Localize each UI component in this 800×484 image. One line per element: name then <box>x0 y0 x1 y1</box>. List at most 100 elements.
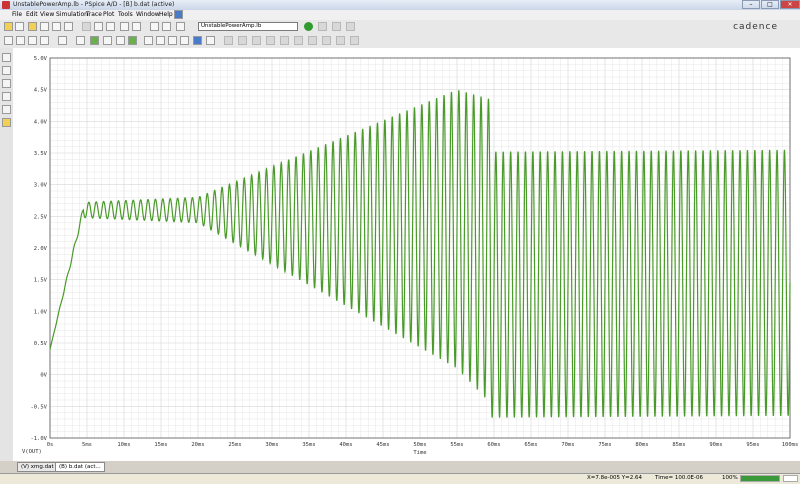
y-tick-label: -1.0V <box>30 436 47 442</box>
cursor-min-icon[interactable] <box>193 36 202 45</box>
simulation-profile-combo[interactable]: UnstablePowerAmp.lb <box>198 22 298 31</box>
y-tick-label: 2.5V <box>34 214 48 220</box>
x-tick-label: 80ms <box>635 442 648 448</box>
waveform-chart[interactable]: 5.0V 4.5V 4.0V 3.5V 3.0V 2.5V 2.0V 1.5V 1.0V 0.5V… <box>13 48 800 461</box>
sidebar-tool-4-icon[interactable] <box>2 92 11 101</box>
x-tick-label: 0s <box>47 442 54 448</box>
redo-icon[interactable] <box>132 22 141 31</box>
fft-icon[interactable] <box>103 36 112 45</box>
cursor-peak-icon[interactable] <box>156 36 165 45</box>
main-toolbar: UnstablePowerAmp.lb cadence <box>0 20 800 35</box>
y-tick-label: -0.5V <box>30 404 47 410</box>
zoom-in-icon[interactable] <box>16 36 25 45</box>
title-bar: UnstablePowerAmp.lb - PSpice A/D - [B] b… <box>0 0 800 10</box>
cursor-point-icon[interactable] <box>224 36 233 45</box>
cursor-trough-icon[interactable] <box>168 36 177 45</box>
sidebar-tool-2-icon[interactable] <box>2 66 11 75</box>
open-folder-icon[interactable] <box>28 22 37 31</box>
pause-icon[interactable] <box>318 22 327 31</box>
tab-b-dat[interactable]: (B) b.dat (act... <box>55 462 105 472</box>
next-transition-icon[interactable] <box>252 36 261 45</box>
plot-window[interactable]: 5.0V 4.5V 4.0V 3.5V 3.0V 2.5V 2.0V 1.5V 1.0V 0.5V… <box>13 48 800 461</box>
menu-file[interactable]: File <box>12 11 22 18</box>
paste-icon[interactable] <box>106 22 115 31</box>
simulation-status-icon <box>783 475 798 482</box>
tab-xmg-dat[interactable]: (V) xmg.dat <box>17 462 58 472</box>
sidebar-tool-6-icon[interactable] <box>2 118 11 127</box>
zoom-out-icon[interactable] <box>28 36 37 45</box>
y-tick-label: 0V <box>40 373 47 379</box>
toggle-cursor-icon[interactable] <box>144 36 153 45</box>
menu-help[interactable]: Help <box>159 11 173 18</box>
y-axis-ticks: 5.0V 4.5V 4.0V 3.5V 3.0V 2.5V 2.0V 1.5V 1.0V 0.5V… <box>30 56 47 442</box>
x-axis-label: Time <box>413 450 426 456</box>
x-tick-label: 20ms <box>191 442 204 448</box>
x-tick-label: 50ms <box>413 442 426 448</box>
mark-label-icon[interactable] <box>280 36 289 45</box>
add-trace-icon[interactable] <box>116 36 125 45</box>
run-simulation-icon[interactable] <box>304 22 313 31</box>
x-tick-label: 70ms <box>561 442 574 448</box>
menu-tools[interactable]: Tools <box>118 11 133 18</box>
previous-transition-icon[interactable] <box>266 36 275 45</box>
view-output-icon[interactable] <box>346 22 355 31</box>
menu-window[interactable]: Window <box>136 11 160 18</box>
minimize-button[interactable]: – <box>742 0 760 9</box>
x-tick-label: 75ms <box>598 442 611 448</box>
close-button[interactable]: ✕ <box>780 0 800 9</box>
menu-plot[interactable]: Plot <box>103 11 114 18</box>
maximize-button[interactable]: □ <box>761 0 779 9</box>
text-label-icon[interactable] <box>308 36 317 45</box>
cursor-readout: X=7.8e-005 Y=2.64 <box>587 475 642 481</box>
stop-icon[interactable] <box>332 22 341 31</box>
y-tick-label: 3.5V <box>34 151 48 157</box>
y-tick-label: 0.5V <box>34 341 48 347</box>
sidebar-tool-1-icon[interactable] <box>2 53 11 62</box>
sidebar-tool-3-icon[interactable] <box>2 79 11 88</box>
evaluate-measurement-icon[interactable] <box>128 36 137 45</box>
progress-bar <box>740 475 780 482</box>
zoom-area-icon[interactable] <box>40 36 49 45</box>
undo-icon[interactable] <box>120 22 129 31</box>
menu-view[interactable]: View <box>40 11 54 18</box>
menu-trace[interactable]: Trace <box>86 11 102 18</box>
legend-v-out: V(OUT) <box>22 449 42 455</box>
cursor-slope-icon[interactable] <box>180 36 189 45</box>
menu-bar: File Edit View Simulation Trace Plot Too… <box>0 10 800 20</box>
menu-edit[interactable]: Edit <box>26 11 38 18</box>
line-label-icon[interactable] <box>322 36 331 45</box>
mark-data-points-icon[interactable] <box>294 36 303 45</box>
cut-icon[interactable] <box>82 22 91 31</box>
y-tick-label: 1.5V <box>34 278 48 284</box>
x-axis-ticks: 0s 5ms 10ms 15ms 20ms 25ms 30ms 35ms 40ms 45ms 50m… <box>47 442 799 448</box>
x-tick-label: 90ms <box>709 442 722 448</box>
window-title: UnstablePowerAmp.lb - PSpice A/D - [B] b… <box>13 1 175 8</box>
sidebar-tool-5-icon[interactable] <box>2 105 11 114</box>
y-tick-label: 4.5V <box>34 88 48 94</box>
print-preview-icon[interactable] <box>52 22 61 31</box>
print-icon[interactable] <box>64 22 73 31</box>
new-icon[interactable] <box>4 22 13 31</box>
window-switch-icon[interactable] <box>174 10 183 19</box>
simulate-settings-icon[interactable] <box>150 22 159 31</box>
x-tick-label: 30ms <box>265 442 278 448</box>
arrow-label-icon[interactable] <box>336 36 345 45</box>
box-label-icon[interactable] <box>350 36 359 45</box>
edit-profile-icon[interactable] <box>162 22 171 31</box>
fourier-icon[interactable] <box>76 36 85 45</box>
plot-toolbar <box>0 34 800 49</box>
y-tick-label: 5.0V <box>34 56 48 62</box>
zoom-fit-icon[interactable] <box>4 36 13 45</box>
log-x-axis-icon[interactable] <box>58 36 67 45</box>
dropdown-arrow-icon[interactable] <box>15 22 24 31</box>
profile-icon[interactable] <box>176 22 185 31</box>
save-icon[interactable] <box>40 22 49 31</box>
left-sidebar <box>0 48 14 461</box>
cursor-max-icon[interactable] <box>206 36 215 45</box>
cursor-search-icon[interactable] <box>238 36 247 45</box>
menu-simulation[interactable]: Simulation <box>56 11 88 18</box>
performance-analysis-icon[interactable] <box>90 36 99 45</box>
x-tick-label: 5ms <box>82 442 92 448</box>
copy-icon[interactable] <box>94 22 103 31</box>
x-tick-label: 10ms <box>117 442 130 448</box>
